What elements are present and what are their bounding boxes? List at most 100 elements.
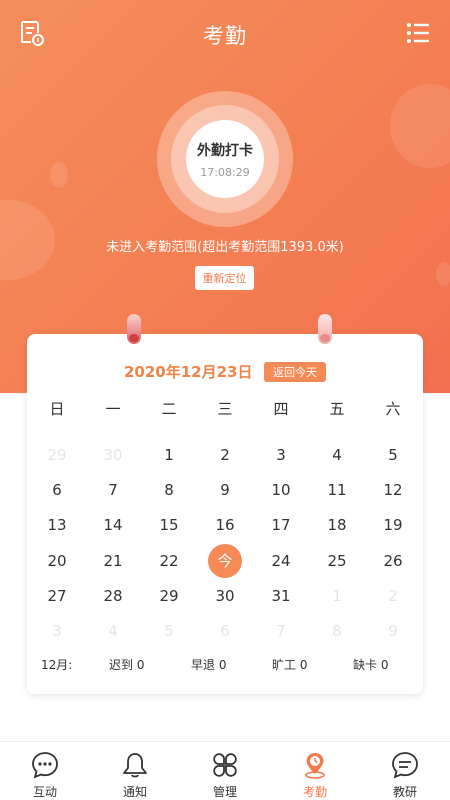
calendar-day[interactable]: 28 bbox=[85, 580, 141, 612]
calendar-day-number: 12 bbox=[383, 480, 403, 499]
comment-lines-icon bbox=[392, 752, 418, 779]
calendar-day[interactable]: 18 bbox=[309, 509, 365, 541]
location-clock-icon bbox=[305, 753, 325, 779]
calendar-week-row: 29 30 1 2 3 4 5 bbox=[29, 437, 421, 472]
calendar-day: 3 bbox=[29, 615, 85, 647]
calendar-day-number: 20 bbox=[47, 551, 67, 570]
calendar-day[interactable]: 22 bbox=[141, 545, 197, 577]
decor-blob bbox=[390, 84, 450, 168]
calendar-day-number: 17 bbox=[271, 516, 291, 535]
punch-ring-outer: 外勤打卡 17:08:29 bbox=[157, 91, 293, 227]
calendar-day-number: 30 bbox=[103, 445, 123, 464]
calendar-day[interactable]: 2 bbox=[197, 439, 253, 471]
weekday-label: 四 bbox=[273, 400, 289, 418]
calendar-day-number: 24 bbox=[271, 551, 291, 570]
calendar-day[interactable]: 24 bbox=[253, 545, 309, 577]
calendar-day[interactable]: 5 bbox=[365, 439, 421, 471]
calendar-day[interactable]: 9 bbox=[197, 474, 253, 506]
calendar-day[interactable]: 11 bbox=[309, 474, 365, 506]
tab-interaction[interactable]: 互动 bbox=[0, 742, 90, 800]
tab-attendance[interactable]: 考勤 bbox=[270, 742, 360, 800]
chat-bubble-icon bbox=[32, 752, 58, 779]
calendar-day[interactable]: 16 bbox=[197, 509, 253, 541]
calendar-day-number: 31 bbox=[271, 586, 291, 605]
tab-label: 教研 bbox=[392, 785, 417, 799]
decor-blob bbox=[436, 262, 450, 286]
calendar-day-number: 27 bbox=[47, 586, 67, 605]
calendar-day[interactable]: 10 bbox=[253, 474, 309, 506]
calendar-day[interactable]: 14 bbox=[85, 509, 141, 541]
calendar-day-number: 10 bbox=[271, 480, 291, 499]
relocate-button[interactable]: 重新定位 bbox=[195, 266, 254, 290]
calendar-day[interactable]: 26 bbox=[365, 545, 421, 577]
binder-ring bbox=[318, 314, 332, 344]
calendar-day-number: 7 bbox=[276, 622, 286, 641]
bottom-tab-bar: 互动 通知 管理 考勤 教研 bbox=[0, 741, 450, 800]
calendar-day[interactable]: 30 bbox=[197, 580, 253, 612]
calendar-day-number: 19 bbox=[383, 516, 403, 535]
calendar-day[interactable]: 17 bbox=[253, 509, 309, 541]
calendar-day-number: 1 bbox=[332, 586, 342, 605]
calendar-card: 2020年12月23日 返回今天 日 一 二 三 四 五 六 29 30 1 2 3 4 5… bbox=[27, 314, 423, 694]
calendar-grid: 29 30 1 2 3 4 5 6 7 8 9 10 11 12 13 14 15 16 17 18 19 20 21 22 今… bbox=[29, 437, 421, 649]
calendar-day[interactable]: 20 bbox=[29, 545, 85, 577]
calendar-day: 7 bbox=[253, 615, 309, 647]
page-title: 考勤 bbox=[203, 24, 247, 48]
calendar-day-number: 6 bbox=[52, 480, 62, 499]
calendar-day[interactable]: 1 bbox=[141, 439, 197, 471]
calendar-day-number: 7 bbox=[108, 480, 118, 499]
calendar-day[interactable]: 4 bbox=[309, 439, 365, 471]
calendar-day: 29 bbox=[29, 439, 85, 471]
calendar-day[interactable]: 13 bbox=[29, 509, 85, 541]
calendar-day[interactable]: 3 bbox=[253, 439, 309, 471]
calendar-day[interactable]: 21 bbox=[85, 545, 141, 577]
calendar-day-number: 28 bbox=[103, 586, 123, 605]
punch-time: 17:08:29 bbox=[200, 165, 250, 179]
calendar-day: 6 bbox=[197, 615, 253, 647]
summary-missing-punch: 缺卡 0 bbox=[353, 658, 389, 672]
calendar-day-number: 15 bbox=[159, 516, 179, 535]
tab-notice[interactable]: 通知 bbox=[90, 742, 180, 800]
menu-list-icon[interactable] bbox=[404, 19, 432, 47]
calendar-day[interactable]: 8 bbox=[141, 474, 197, 506]
decor-blob bbox=[50, 162, 68, 188]
calendar-day-number: 25 bbox=[327, 551, 347, 570]
calendar-day-number: 3 bbox=[276, 445, 286, 464]
calendar-day-number: 1 bbox=[164, 445, 174, 464]
calendar-day-number: 30 bbox=[215, 586, 235, 605]
calendar-day-number: 9 bbox=[388, 622, 398, 641]
weekday-label: 三 bbox=[217, 400, 233, 418]
tab-research[interactable]: 教研 bbox=[360, 742, 450, 800]
calendar-day-number: 29 bbox=[159, 586, 179, 605]
calendar-day[interactable]: 12 bbox=[365, 474, 421, 506]
calendar-day-number: 4 bbox=[332, 445, 342, 464]
calendar-day-number: 8 bbox=[332, 622, 342, 641]
range-status-message: 未进入考勤范围(超出考勤范围1393.0米) bbox=[106, 240, 344, 255]
punch-ring-middle: 外勤打卡 17:08:29 bbox=[171, 105, 279, 213]
tab-management[interactable]: 管理 bbox=[180, 742, 270, 800]
calendar-week-row: 27 28 29 30 31 1 2 bbox=[29, 578, 421, 613]
field-punch-button[interactable]: 外勤打卡 17:08:29 bbox=[186, 120, 264, 198]
calendar-day[interactable]: 29 bbox=[141, 580, 197, 612]
tab-label: 管理 bbox=[212, 785, 237, 799]
calendar-day-number: 21 bbox=[103, 551, 123, 570]
calendar-day[interactable]: 27 bbox=[29, 580, 85, 612]
calendar-day-today[interactable]: 今 bbox=[197, 543, 253, 578]
calendar-day[interactable]: 6 bbox=[29, 474, 85, 506]
calendar-day[interactable]: 31 bbox=[253, 580, 309, 612]
calendar-day[interactable]: 19 bbox=[365, 509, 421, 541]
grid-petals-icon bbox=[213, 753, 237, 777]
weekday-label: 六 bbox=[385, 400, 401, 418]
calendar-day-number: 9 bbox=[220, 480, 230, 499]
calendar-day[interactable]: 7 bbox=[85, 474, 141, 506]
calendar-day-number: 8 bbox=[164, 480, 174, 499]
calendar-day: 2 bbox=[365, 580, 421, 612]
calendar-day[interactable]: 15 bbox=[141, 509, 197, 541]
calendar-day[interactable]: 25 bbox=[309, 545, 365, 577]
summary-absent: 旷工 0 bbox=[272, 658, 308, 672]
summary-month: 12月: bbox=[41, 658, 73, 672]
back-to-today-button[interactable]: 返回今天 bbox=[264, 362, 326, 382]
bell-icon bbox=[123, 753, 147, 778]
calendar-day: 1 bbox=[309, 580, 365, 612]
calendar-date-title: 2020年12月23日 bbox=[124, 363, 253, 381]
